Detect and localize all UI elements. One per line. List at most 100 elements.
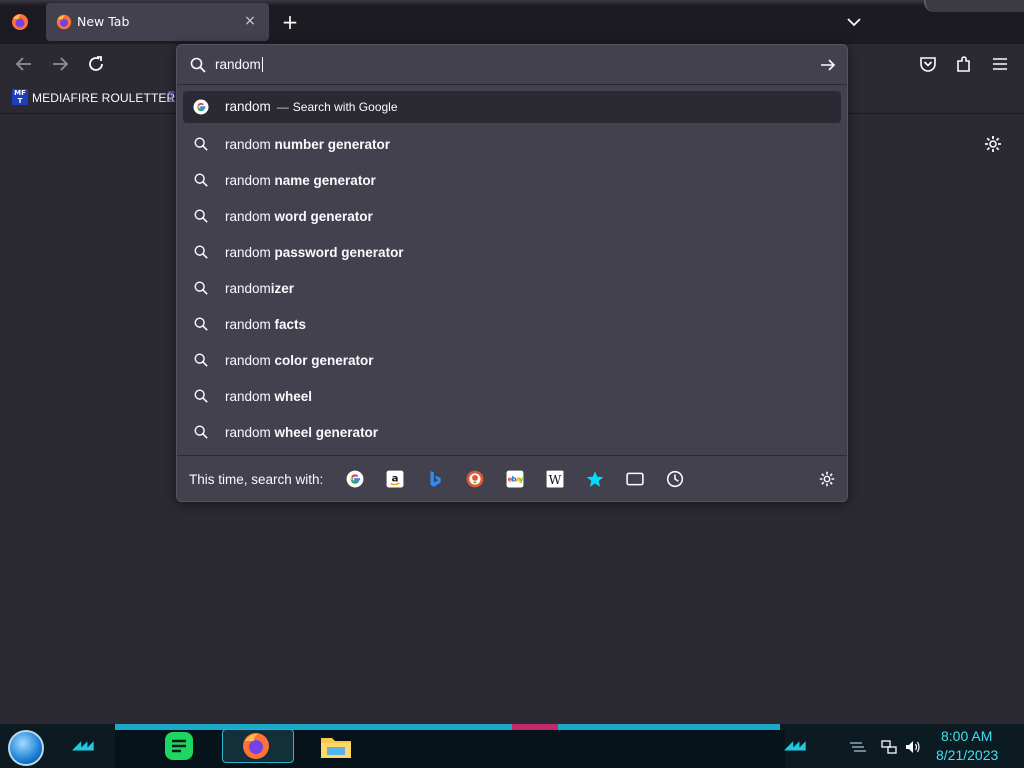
bing-icon[interactable]: [426, 470, 444, 488]
bookmark-mediafire-rouletter[interactable]: MEDIAFIRE ROULETTER: [32, 91, 175, 105]
search-icon: [194, 353, 208, 367]
urlbar-input-row[interactable]: random: [177, 45, 847, 85]
suggestion-completion: number generator: [274, 137, 391, 152]
search-icon: [194, 245, 208, 259]
taskbar-chevron-decoration-right: ◢◢◢: [784, 738, 806, 752]
volume-icon[interactable]: [904, 738, 922, 756]
suggestion-label: random color generator: [225, 353, 374, 368]
svg-text:W: W: [549, 473, 562, 487]
tab-new-tab[interactable]: New Tab ×: [46, 3, 269, 41]
suggestion-typed: random: [225, 281, 271, 296]
search-suggestion[interactable]: random number generator: [183, 127, 841, 163]
ebay-icon[interactable]: e b a y: [506, 470, 524, 488]
newtab-settings-gear-icon[interactable]: [983, 134, 1003, 154]
search-suggestion[interactable]: random wheel generator: [183, 415, 841, 451]
search-suggestion[interactable]: random color generator: [183, 343, 841, 379]
search-icon: [194, 173, 208, 187]
suggestion-label: random wheel generator: [225, 425, 378, 440]
file-explorer-icon[interactable]: [318, 730, 354, 762]
svg-text:y: y: [519, 475, 524, 483]
go-arrow-icon[interactable]: [819, 56, 837, 74]
history-icon[interactable]: [666, 470, 684, 488]
suggestion-completion: wheel generator: [274, 425, 379, 440]
window-frame-decoration: [924, 0, 1024, 12]
firefox-icon: [56, 14, 72, 30]
clock-time[interactable]: 8:00 AM: [941, 728, 992, 744]
taskbar-band: [115, 730, 785, 768]
result-label: random — Search with Google: [225, 99, 398, 114]
suggestion-label: random wheel: [225, 389, 312, 404]
result-action-text: Search with Google: [292, 100, 398, 114]
suggestion-list: random number generator random name gener…: [183, 127, 841, 451]
reload-icon[interactable]: [84, 52, 108, 76]
result-typed-text: random: [225, 99, 271, 114]
suggestion-completion: name generator: [274, 173, 376, 188]
taskbar: [0, 724, 1024, 768]
search-icon: [194, 425, 208, 439]
start-button[interactable]: [8, 730, 44, 766]
tab-title: New Tab: [77, 14, 130, 29]
bookmark-favicon-icon: MF T: [12, 89, 28, 105]
one-off-label: This time, search with:: [189, 472, 324, 487]
search-icon: [194, 137, 208, 151]
taskbar-accent: [512, 724, 558, 730]
result-search-with-google[interactable]: random — Search with Google: [183, 91, 841, 123]
wikipedia-icon[interactable]: W: [546, 470, 564, 488]
suggestion-label: random facts: [225, 317, 306, 332]
suggestion-completion: facts: [274, 317, 307, 332]
search-suggestion[interactable]: random word generator: [183, 199, 841, 235]
duckduckgo-icon[interactable]: [466, 470, 484, 488]
notes-app-icon[interactable]: [162, 730, 198, 762]
suggestion-typed: random: [225, 317, 275, 332]
google-icon: [193, 99, 209, 115]
amazon-icon[interactable]: a: [386, 470, 404, 488]
suggestion-completion: izer: [270, 281, 295, 296]
one-off-search-bar: This time, search with: a e b a y W: [177, 455, 847, 501]
search-icon: [194, 317, 208, 331]
forward-icon[interactable]: [48, 52, 72, 76]
search-suggestion[interactable]: randomizer: [183, 271, 841, 307]
search-icon: [194, 281, 208, 295]
tabs-icon[interactable]: [626, 470, 644, 488]
bookmark-partial-icon[interactable]: Σ: [167, 90, 176, 106]
tab-strip: New Tab × +: [0, 0, 1024, 44]
back-icon[interactable]: [12, 52, 36, 76]
new-tab-button[interactable]: +: [279, 11, 301, 33]
suggestion-completion: wheel: [274, 389, 313, 404]
suggestion-typed: random: [225, 209, 275, 224]
search-settings-gear-icon[interactable]: [818, 470, 836, 488]
close-tab-icon[interactable]: ×: [241, 12, 259, 30]
suggestion-typed: random: [225, 353, 275, 368]
search-suggestion[interactable]: random name generator: [183, 163, 841, 199]
suggestion-typed: random: [225, 173, 275, 188]
suggestion-label: random password generator: [225, 245, 404, 260]
suggestion-completion: password generator: [274, 245, 404, 260]
taskbar-stripes-decoration: [850, 742, 866, 752]
clock-date[interactable]: 8/21/2023: [936, 747, 998, 763]
suggestion-typed: random: [225, 245, 275, 260]
suggestion-label: random name generator: [225, 173, 376, 188]
suggestion-typed: random: [225, 389, 275, 404]
bookmarks-icon[interactable]: [586, 470, 604, 488]
result-separator: —: [276, 100, 289, 114]
pocket-icon[interactable]: [916, 52, 940, 76]
menu-icon[interactable]: [988, 52, 1012, 76]
extensions-icon[interactable]: [952, 52, 976, 76]
search-suggestion[interactable]: random facts: [183, 307, 841, 343]
urlbar-input[interactable]: random: [215, 57, 263, 72]
network-icon[interactable]: [880, 738, 898, 756]
search-icon: [194, 389, 208, 403]
urlbar-results: random — Search with Google random number …: [183, 91, 841, 451]
suggestion-typed: random: [225, 137, 275, 152]
google-icon[interactable]: [346, 470, 364, 488]
suggestion-completion: word generator: [274, 209, 373, 224]
firefox-icon[interactable]: [238, 730, 274, 762]
suggestion-typed: random: [225, 425, 275, 440]
chevron-down-icon[interactable]: [844, 12, 864, 32]
search-icon: [190, 57, 206, 73]
search-suggestion[interactable]: random wheel: [183, 379, 841, 415]
suggestion-completion: color generator: [274, 353, 374, 368]
urlbar-popup: random random — Search with Google random …: [176, 44, 848, 502]
search-suggestion[interactable]: random password generator: [183, 235, 841, 271]
firefox-view-icon[interactable]: [10, 12, 30, 32]
